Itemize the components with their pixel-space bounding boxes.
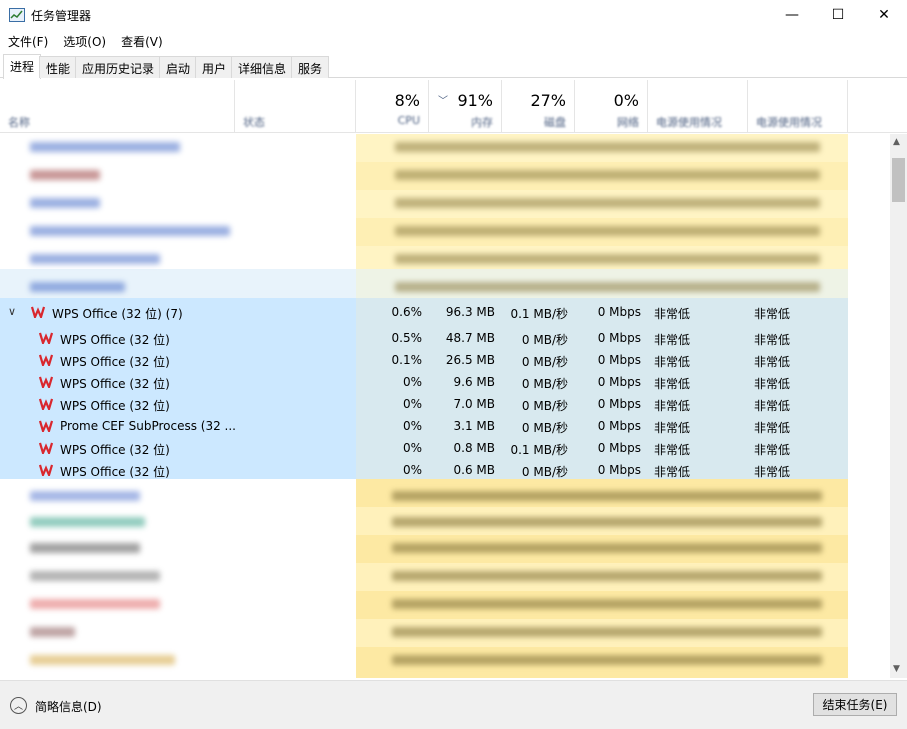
chevron-up-icon[interactable]: ︿	[10, 697, 27, 714]
process-list[interactable]: ∨ WPS Office (32 位) (7) 0.6% 96.3 MB 0.1…	[0, 134, 890, 678]
wps-logo-icon	[39, 420, 53, 432]
sort-chevron-icon: ﹀	[438, 96, 448, 107]
header-network[interactable]: 0% 网络	[575, 80, 648, 133]
header-status[interactable]: 状态	[235, 80, 356, 133]
wps-logo-icon	[39, 354, 53, 366]
tab-app-history[interactable]: 应用历史记录	[75, 56, 162, 78]
title-bar: 任务管理器 — ☐ ✕	[0, 0, 907, 30]
header-power[interactable]: 电源使用情况	[648, 80, 748, 133]
menu-bar: 文件(F) 选项(O) 查看(V)	[0, 31, 170, 51]
table-row[interactable]: WPS Office (32 位) 0% 7.0 MB 0 MB/秒 0 Mbp…	[0, 393, 848, 415]
blurred-rows-top	[0, 134, 890, 298]
column-header: 名称 状态 8% CPU 91% 内存 27% 磁盘 0% 网络 电源使用情况 …	[0, 80, 907, 133]
table-row[interactable]: WPS Office (32 位) 0% 9.6 MB 0 MB/秒 0 Mbp…	[0, 371, 848, 393]
footer-bar: ︿ 简略信息(D) 结束任务(E)	[0, 680, 907, 729]
tab-details[interactable]: 详细信息	[231, 56, 294, 78]
wps-logo-icon	[39, 442, 53, 454]
tab-performance[interactable]: 性能	[39, 56, 78, 78]
wps-logo-icon	[39, 398, 53, 410]
menu-file[interactable]: 文件(F)	[0, 31, 55, 51]
minimize-button[interactable]: —	[769, 0, 815, 30]
table-row[interactable]: Prome CEF SubProcess (32 ... 0% 3.1 MB 0…	[0, 415, 848, 437]
table-row[interactable]: WPS Office (32 位) 0.1% 26.5 MB 0 MB/秒 0 …	[0, 349, 848, 371]
scroll-thumb[interactable]	[892, 158, 905, 202]
table-row[interactable]: WPS Office (32 位) 0% 0.6 MB 0 MB/秒 0 Mbp…	[0, 459, 848, 481]
table-row[interactable]: WPS Office (32 位) 0.5% 48.7 MB 0 MB/秒 0 …	[0, 327, 848, 349]
wps-logo-icon	[39, 332, 53, 344]
fewer-details-link[interactable]: 简略信息(D)	[35, 698, 102, 715]
task-manager-icon	[9, 8, 25, 22]
tab-startup[interactable]: 启动	[159, 56, 198, 78]
scroll-up-icon[interactable]: ▲	[893, 137, 900, 147]
scroll-down-icon[interactable]: ▼	[893, 664, 900, 674]
close-button[interactable]: ✕	[861, 0, 907, 30]
maximize-button[interactable]: ☐	[815, 0, 861, 30]
wps-logo-icon	[31, 306, 45, 318]
header-power-trend[interactable]: 电源使用情况	[748, 80, 848, 133]
collapse-chevron-icon[interactable]: ∨	[8, 305, 16, 318]
window-title: 任务管理器	[31, 9, 92, 23]
tab-processes[interactable]: 进程	[3, 54, 42, 79]
menu-view[interactable]: 查看(V)	[113, 31, 170, 51]
table-row[interactable]: WPS Office (32 位) 0% 0.8 MB 0.1 MB/秒 0 M…	[0, 437, 848, 459]
tab-strip: 进程 性能 应用历史记录 启动 用户 详细信息 服务	[0, 54, 907, 79]
header-cpu[interactable]: 8% CPU	[356, 80, 429, 133]
wps-process-group[interactable]: ∨ WPS Office (32 位) (7) 0.6% 96.3 MB 0.1…	[0, 298, 848, 479]
header-name[interactable]: 名称	[0, 80, 235, 133]
wps-logo-icon	[39, 464, 53, 476]
vertical-scrollbar[interactable]: ▲ ▼	[890, 134, 907, 678]
wps-logo-icon	[39, 376, 53, 388]
end-task-button[interactable]: 结束任务(E)	[813, 693, 897, 716]
tab-services[interactable]: 服务	[291, 56, 330, 78]
blurred-rows-bottom	[0, 479, 890, 678]
header-disk[interactable]: 27% 磁盘	[502, 80, 575, 133]
table-row[interactable]: ∨ WPS Office (32 位) (7) 0.6% 96.3 MB 0.1…	[0, 301, 848, 323]
menu-options[interactable]: 选项(O)	[55, 31, 113, 51]
tab-users[interactable]: 用户	[195, 56, 234, 78]
